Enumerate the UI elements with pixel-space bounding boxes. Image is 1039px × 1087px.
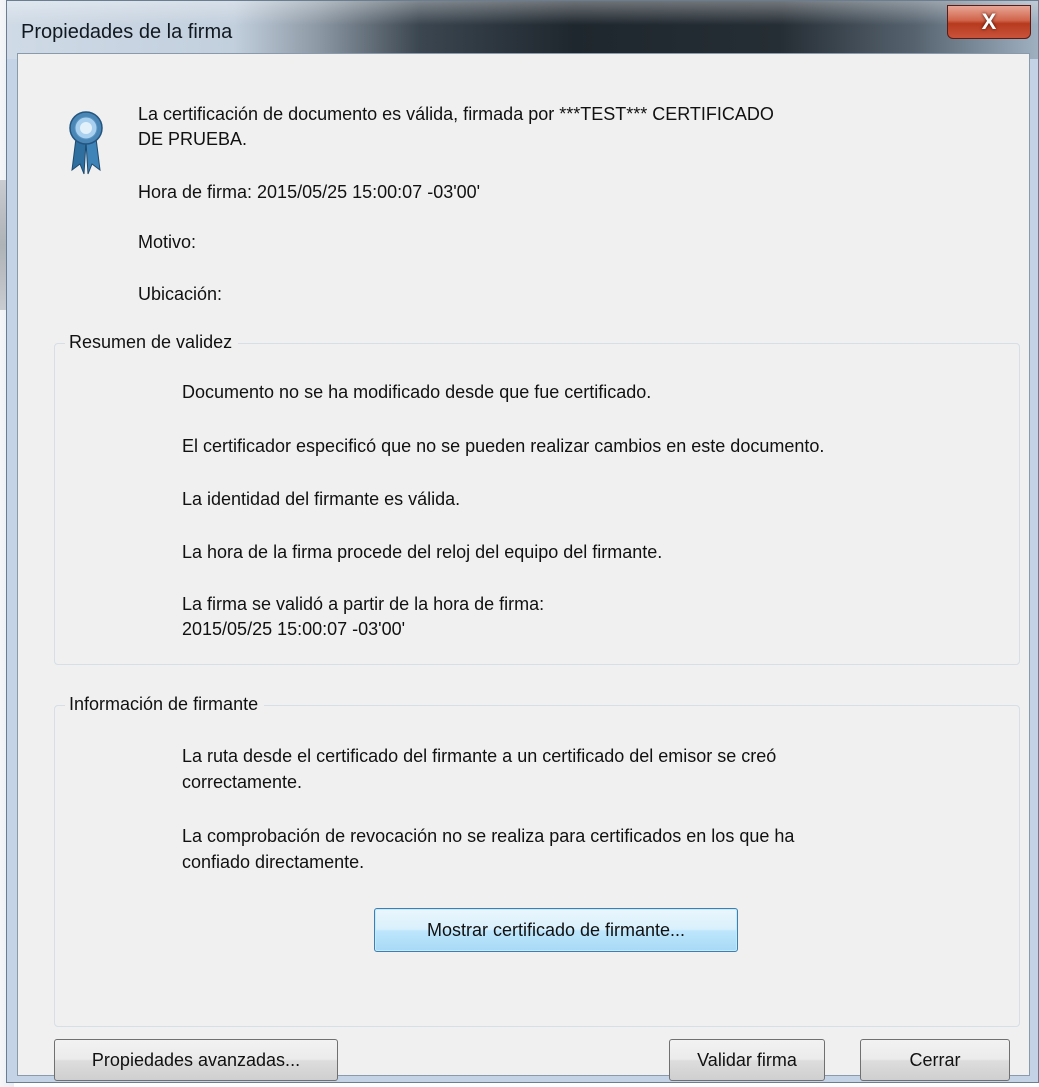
validate-signature-button[interactable]: Validar firma (669, 1039, 825, 1081)
validity-item: La hora de la firma procede del reloj de… (182, 542, 663, 562)
show-signer-certificate-button[interactable]: Mostrar certificado de firmante... (374, 908, 738, 952)
revocation-line1: La comprobación de revocación no se real… (182, 826, 795, 846)
signer-info-title: Información de firmante (65, 692, 265, 716)
reason-label: Motivo: (138, 232, 197, 252)
close-button[interactable]: Cerrar (860, 1039, 1010, 1081)
validity-item: La firma se validó a partir de la hora d… (182, 594, 545, 614)
certification-status-line2: DE PRUEBA. (138, 129, 248, 149)
validity-item: Documento no se ha modificado desde que … (182, 382, 652, 402)
window-title: Propiedades de la firma (21, 21, 233, 43)
dialog-content: La certificación de documento es válida,… (17, 53, 1030, 1081)
validity-summary-title: Resumen de validez (65, 330, 239, 354)
cert-path-line2: correctamente. (182, 772, 303, 792)
validity-item: El certificador especificó que no se pue… (182, 436, 825, 456)
close-window-button[interactable]: X (947, 5, 1031, 39)
signature-properties-dialog: Propiedades de la firma X La certificaci… (6, 0, 1039, 1083)
certification-status-line1: La certificación de documento es válida,… (138, 104, 774, 124)
validity-item: La identidad del firmante es válida. (182, 489, 461, 509)
advanced-properties-button[interactable]: Propiedades avanzadas... (54, 1039, 338, 1081)
validated-time: 2015/05/25 15:00:07 -03'00' (182, 619, 406, 639)
title-bar[interactable]: Propiedades de la firma X (7, 1, 1038, 59)
location-label: Ubicación: (138, 284, 223, 304)
signing-time: Hora de firma: 2015/05/25 15:00:07 -03'0… (138, 182, 481, 202)
close-icon: X (981, 9, 997, 34)
revocation-line2: confiado directamente. (182, 852, 365, 872)
certificate-ribbon-icon (69, 111, 103, 175)
cert-path-line1: La ruta desde el certificado del firmant… (182, 746, 777, 766)
